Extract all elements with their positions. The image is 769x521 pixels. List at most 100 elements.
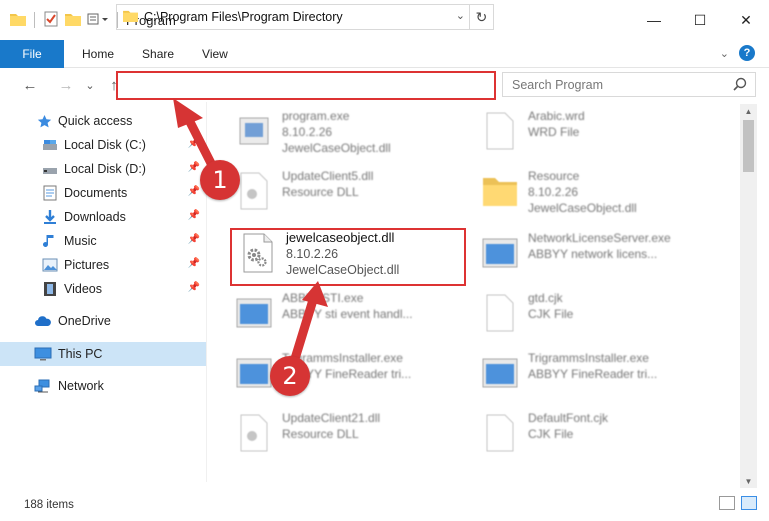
sidebar-item-label: Downloads [64, 210, 126, 224]
tab-share[interactable]: Share [128, 40, 188, 68]
file-name: gtd.cjk [528, 291, 563, 305]
pin-icon[interactable]: 📌 [188, 138, 200, 149]
view-switcher [719, 496, 757, 510]
onedrive-icon [34, 313, 52, 329]
tab-file[interactable]: File [0, 39, 64, 68]
file-item[interactable]: NetworkLicenseServer.exe ABBYY network li… [478, 230, 728, 286]
address-bar[interactable]: C:\Program Files\Program Directory ⌄ ↻ [116, 4, 494, 30]
exe-icon [232, 108, 276, 154]
sidebar-item-network[interactable]: Network [0, 374, 206, 398]
file-detail: 8.10.2.26 [282, 125, 333, 139]
blank-file-icon [478, 410, 522, 456]
pin-icon[interactable]: 📌 [188, 162, 200, 173]
file-detail: ABBYY sti event handl... [282, 307, 413, 321]
file-item[interactable]: Arabic.wrd WRD File [478, 108, 728, 164]
drive-icon [42, 161, 58, 177]
pin-icon[interactable]: 📌 [188, 258, 200, 269]
app-window-icon [478, 350, 522, 396]
pin-icon[interactable]: 📌 [188, 282, 200, 293]
blank-file-icon [478, 108, 522, 154]
scroll-down-icon[interactable]: ▼ [740, 474, 757, 488]
maximize-button[interactable]: ☐ [677, 0, 723, 40]
customize-toolbar-icon[interactable] [87, 12, 109, 29]
folder-icon [478, 168, 522, 214]
close-button[interactable]: ✕ [723, 0, 769, 40]
sidebar-item-onedrive[interactable]: OneDrive [0, 309, 206, 333]
sidebar-item-label: Videos [64, 282, 102, 296]
address-highlight-box [116, 71, 496, 100]
sidebar-item-label: This PC [58, 347, 103, 361]
file-highlight-box [230, 228, 466, 286]
file-item[interactable]: Resource 8.10.2.26 JewelCaseObject.dll [478, 168, 728, 224]
sidebar-item-local-disk-c[interactable]: Local Disk (C:) 📌 [0, 133, 206, 157]
file-item[interactable]: DefaultFont.cjk CJK File [478, 410, 728, 466]
search-input[interactable]: Search Program [502, 72, 756, 97]
file-detail: Resource DLL [282, 427, 359, 441]
toolbar-divider [34, 12, 35, 28]
scroll-up-icon[interactable]: ▲ [740, 104, 757, 118]
file-name: Resource [528, 169, 580, 183]
tab-home[interactable]: Home [68, 40, 128, 68]
tab-view[interactable]: View [188, 40, 242, 68]
refresh-button[interactable]: ↻ [469, 5, 493, 29]
file-detail: Resource DLL [282, 185, 359, 199]
status-bar: 188 items [0, 488, 769, 521]
file-detail: JewelCaseObject.dll [528, 201, 637, 215]
documents-icon [42, 185, 58, 201]
address-path[interactable]: C:\Program Files\Program Directory [144, 10, 343, 24]
folder-icon [123, 9, 138, 25]
sidebar-item-pictures[interactable]: Pictures 📌 [0, 253, 206, 277]
expand-ribbon-icon[interactable]: ⌄ [720, 47, 729, 60]
search-icon[interactable] [733, 77, 747, 94]
file-item[interactable]: UpdateClient5.dll Resource DLL [232, 168, 482, 224]
new-folder-icon[interactable] [65, 12, 81, 29]
quick-access-toolbar [0, 0, 120, 40]
ribbon-tabs: File Home Share View ⌄ ? [0, 39, 769, 68]
forward-button[interactable]: → [55, 74, 77, 96]
pane-divider [206, 102, 207, 482]
minimize-button[interactable]: — [631, 0, 677, 40]
vertical-scrollbar[interactable]: ▲ ▼ [740, 104, 757, 488]
pin-icon[interactable]: 📌 [188, 210, 200, 221]
scroll-thumb[interactable] [743, 120, 754, 172]
sidebar-item-documents[interactable]: Documents 📌 [0, 181, 206, 205]
back-button[interactable]: ← [19, 74, 41, 96]
file-name: ABBYYSTI.exe [282, 291, 364, 305]
file-name: NetworkLicenseServer.exe [528, 231, 671, 245]
file-item[interactable]: gtd.cjk CJK File [478, 290, 728, 346]
file-item[interactable]: program.exe 8.10.2.26 JewelCaseObject.dll [232, 108, 482, 164]
properties-icon[interactable] [43, 11, 59, 30]
file-item[interactable]: TrigrammsInstaller.exe ABBYY FineReader t… [478, 350, 728, 406]
large-icons-view-icon[interactable] [741, 496, 757, 510]
sidebar-item-quick-access[interactable]: Quick access [0, 109, 206, 133]
app-window-icon [232, 290, 276, 336]
details-view-icon[interactable] [719, 496, 735, 510]
sidebar-item-videos[interactable]: Videos 📌 [0, 277, 206, 301]
pin-icon[interactable]: 📌 [188, 186, 200, 197]
file-detail: WRD File [528, 125, 580, 139]
file-name: DefaultFont.cjk [528, 411, 609, 425]
sidebar-item-local-disk-d[interactable]: Local Disk (D:) 📌 [0, 157, 206, 181]
ribbon-right: ⌄ ? [720, 45, 755, 61]
drive-icon [42, 137, 58, 153]
file-item[interactable]: UpdateClient21.dll Resource DLL [232, 410, 482, 466]
file-item[interactable]: ABBYYSTI.exe ABBYY sti event handl... [232, 290, 482, 346]
pin-icon[interactable]: 📌 [188, 234, 200, 245]
file-list: program.exe 8.10.2.26 JewelCaseObject.dll … [210, 104, 740, 474]
sidebar-item-music[interactable]: Music 📌 [0, 229, 206, 253]
sidebar-item-downloads[interactable]: Downloads 📌 [0, 205, 206, 229]
help-button[interactable]: ? [739, 45, 755, 61]
sidebar-item-label: Local Disk (D:) [64, 162, 146, 176]
network-icon [34, 378, 52, 394]
sidebar-item-this-pc[interactable]: This PC [0, 342, 206, 366]
file-detail: 8.10.2.26 [528, 185, 579, 199]
app-window-icon [478, 230, 522, 276]
recent-locations-button[interactable]: ⌄ [79, 74, 101, 96]
step-2-badge: 2 [270, 356, 310, 396]
file-name: UpdateClient21.dll [282, 411, 381, 425]
file-detail: CJK File [528, 307, 574, 321]
dll-icon [232, 410, 276, 456]
chevron-down-icon[interactable]: ⌄ [456, 9, 465, 22]
sidebar-item-label: Music [64, 234, 97, 248]
file-detail: ABBYY network licens... [528, 247, 658, 261]
